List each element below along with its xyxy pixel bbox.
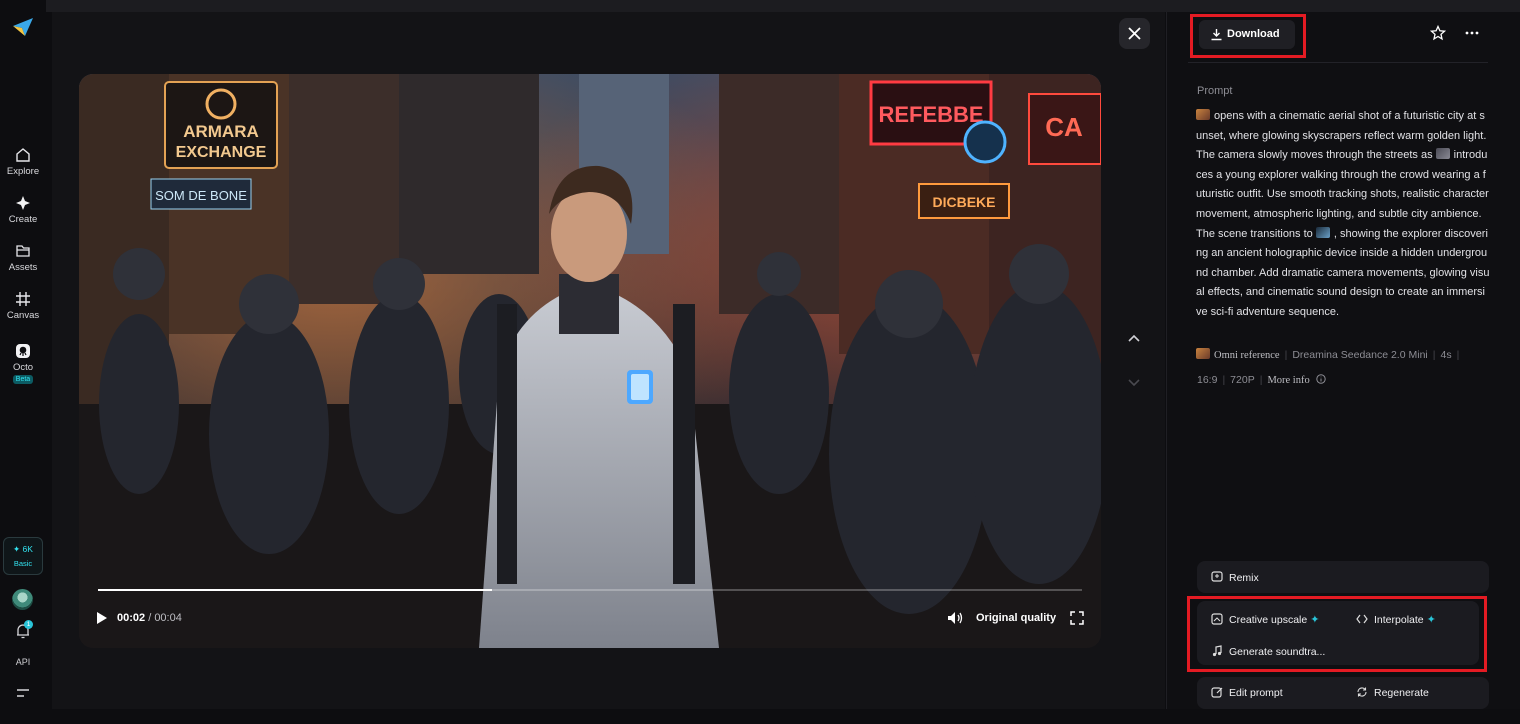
edit-prompt-button[interactable]: Edit prompt bbox=[1211, 686, 1283, 699]
credits-value: ✦ 6K bbox=[13, 544, 33, 554]
progress-bar[interactable] bbox=[98, 589, 1082, 591]
api-link[interactable]: API bbox=[0, 657, 46, 667]
app-logo-icon[interactable] bbox=[11, 16, 35, 38]
duration: 00:04 bbox=[154, 612, 182, 624]
regenerate-label: Regenerate bbox=[1374, 687, 1429, 699]
chevron-up-icon[interactable] bbox=[1126, 330, 1142, 346]
sidebar-item-octo[interactable]: Octo Beta bbox=[0, 343, 46, 384]
folder-icon bbox=[16, 245, 30, 257]
play-icon[interactable] bbox=[96, 611, 108, 625]
sidebar-item-canvas[interactable]: Canvas bbox=[0, 291, 46, 321]
sidebar-item-explore[interactable]: Explore bbox=[0, 147, 46, 177]
omni-reference-label: Omni reference bbox=[1214, 350, 1280, 361]
prompt-label: Prompt bbox=[1197, 85, 1233, 97]
sidebar-item-label: Octo bbox=[12, 362, 34, 373]
more-options-icon[interactable] bbox=[1464, 25, 1480, 41]
close-button[interactable] bbox=[1119, 18, 1150, 49]
video-length: 4s bbox=[1440, 349, 1452, 361]
svg-text:CA: CA bbox=[1045, 112, 1083, 142]
fullscreen-icon[interactable] bbox=[1070, 611, 1084, 625]
notification-badge: 1 bbox=[24, 620, 33, 629]
resolution: 720P bbox=[1230, 374, 1255, 386]
player-controls: 00:02 / 00:04 Original quality bbox=[79, 604, 1101, 632]
top-bar bbox=[0, 0, 1520, 12]
remix-label: Remix bbox=[1229, 572, 1259, 584]
time-display: 00:02 / 00:04 bbox=[117, 612, 182, 624]
menu-icon[interactable] bbox=[16, 688, 30, 698]
model-name: Dreamina Seedance 2.0 Mini bbox=[1292, 349, 1428, 361]
octo-icon bbox=[16, 344, 30, 358]
avatar[interactable] bbox=[12, 589, 33, 610]
sparkle-icon bbox=[16, 196, 30, 210]
edit-prompt-label: Edit prompt bbox=[1229, 687, 1283, 699]
omni-reference-thumbnail bbox=[1196, 348, 1210, 359]
highlight-box-download bbox=[1190, 14, 1306, 58]
svg-text:ARMARA: ARMARA bbox=[183, 122, 259, 141]
time-separator: / bbox=[145, 612, 155, 624]
sidebar-item-assets[interactable]: Assets bbox=[0, 243, 46, 273]
edit-icon bbox=[1211, 687, 1223, 698]
prompt-text: opens with a cinematic aerial shot of a … bbox=[1196, 107, 1490, 323]
prompt-part-2: introduces a young explorer walking thro… bbox=[1196, 149, 1489, 240]
reference-thumbnail bbox=[1196, 109, 1210, 120]
close-icon bbox=[1128, 27, 1141, 40]
video-player[interactable]: ARMARA EXCHANGE SOM DE BONE REFEBBE CA D… bbox=[79, 74, 1101, 648]
sidebar: Explore Create Assets Canvas Octo Beta ✦… bbox=[0, 0, 46, 724]
star-icon[interactable] bbox=[1430, 25, 1446, 41]
svg-text:REFEBBE: REFEBBE bbox=[878, 102, 983, 127]
volume-icon[interactable] bbox=[947, 610, 963, 626]
highlight-box-actions bbox=[1187, 596, 1487, 672]
aspect-ratio: 16:9 bbox=[1197, 374, 1218, 386]
generation-meta-2: 16:9 | 720P | More info bbox=[1197, 374, 1326, 386]
beta-badge: Beta bbox=[12, 375, 34, 384]
progress-fill bbox=[98, 589, 492, 591]
sidebar-item-label: Create bbox=[8, 214, 38, 225]
plan-label: Basic bbox=[13, 559, 33, 568]
svg-text:DICBEKE: DICBEKE bbox=[932, 194, 995, 210]
svg-text:EXCHANGE: EXCHANGE bbox=[176, 144, 267, 161]
sidebar-item-label: Canvas bbox=[6, 310, 40, 321]
app: Explore Create Assets Canvas Octo Beta ✦… bbox=[0, 0, 1520, 724]
regenerate-button[interactable]: Regenerate bbox=[1356, 686, 1429, 699]
sidebar-item-create[interactable]: Create bbox=[0, 195, 46, 225]
reference-thumbnail bbox=[1435, 148, 1450, 160]
prompt-part-3: , showing the explorer discovering an an… bbox=[1196, 227, 1490, 318]
svg-text:SOM DE BONE: SOM DE BONE bbox=[155, 188, 247, 203]
regenerate-icon bbox=[1357, 687, 1367, 697]
sidebar-item-label: Assets bbox=[8, 262, 38, 273]
canvas-icon bbox=[16, 292, 30, 306]
generation-meta: Omni reference | Dreamina Seedance 2.0 Min… bbox=[1196, 348, 1464, 361]
home-icon bbox=[16, 148, 30, 162]
info-icon[interactable] bbox=[1315, 374, 1326, 384]
credits-badge[interactable]: ✦ 6K Basic bbox=[3, 537, 43, 575]
sidebar-item-label: Explore bbox=[6, 166, 40, 177]
more-info-link[interactable]: More info bbox=[1267, 375, 1309, 386]
remix-icon bbox=[1211, 571, 1223, 582]
remix-button[interactable]: Remix bbox=[1211, 571, 1259, 584]
video-frame: ARMARA EXCHANGE SOM DE BONE REFEBBE CA D… bbox=[79, 74, 1101, 648]
quality-selector[interactable]: Original quality bbox=[976, 612, 1056, 624]
reference-thumbnail bbox=[1315, 226, 1330, 238]
current-time: 00:02 bbox=[117, 612, 146, 624]
panel-divider bbox=[1188, 62, 1488, 63]
chevron-down-icon[interactable] bbox=[1126, 375, 1142, 391]
